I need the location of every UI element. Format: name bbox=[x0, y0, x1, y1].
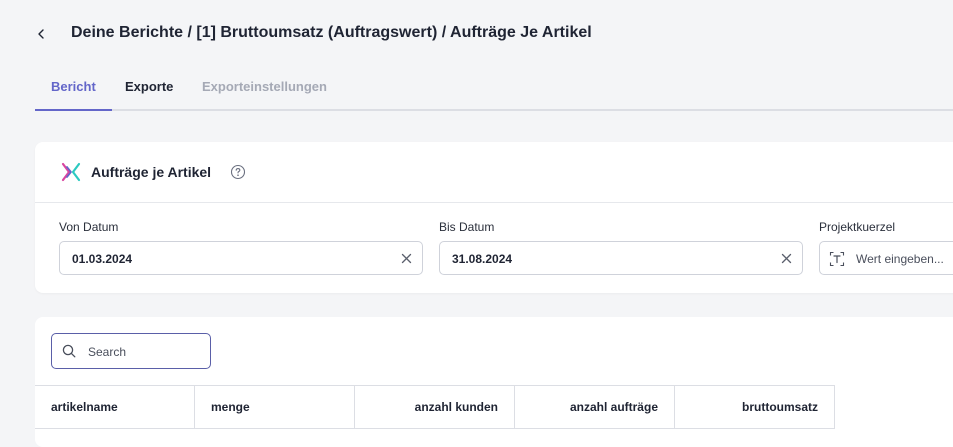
bis-datum-input[interactable]: 31.08.2024 bbox=[439, 241, 803, 275]
von-datum-input[interactable]: 01.03.2024 bbox=[59, 241, 423, 275]
search-placeholder: Search bbox=[88, 345, 127, 359]
column-header-menge[interactable]: menge bbox=[195, 386, 355, 428]
column-header-anzahl-kunden[interactable]: anzahl kunden bbox=[355, 386, 515, 428]
page-title: Deine Berichte / [1] Bruttoumsatz (Auftr… bbox=[71, 24, 592, 41]
filter-card-title: Aufträge je Artikel bbox=[91, 164, 212, 180]
tab-exporte[interactable]: Exporte bbox=[125, 78, 173, 109]
filter-card: Aufträge je Artikel Von Datum 01.03.2024… bbox=[35, 142, 953, 293]
column-header-bruttoumsatz[interactable]: bruttoumsatz bbox=[675, 386, 835, 428]
tab-bericht[interactable]: Bericht bbox=[35, 78, 112, 111]
column-header-anzahl-auftraege[interactable]: anzahl aufträge bbox=[515, 386, 675, 428]
search-icon bbox=[62, 344, 76, 358]
page-header: Deine Berichte / [1] Bruttoumsatz (Auftr… bbox=[0, 0, 953, 111]
von-datum-value: 01.03.2024 bbox=[72, 252, 133, 266]
chevron-left-icon bbox=[38, 29, 44, 39]
projektkuerzel-placeholder: Wert eingeben... bbox=[856, 252, 944, 266]
report-logo-icon bbox=[61, 162, 81, 182]
projektkuerzel-input[interactable]: Wert eingeben... bbox=[819, 241, 953, 275]
clear-icon[interactable] bbox=[401, 253, 412, 264]
clear-icon[interactable] bbox=[781, 253, 792, 264]
column-header-artikelname[interactable]: artikelname bbox=[35, 386, 195, 428]
projektkuerzel-label: Projektkuerzel bbox=[819, 220, 896, 234]
filter-card-header: Aufträge je Artikel bbox=[35, 142, 953, 203]
table-header: artikelname menge anzahl kunden anzahl a… bbox=[35, 385, 835, 429]
help-icon[interactable] bbox=[230, 164, 246, 180]
search-input[interactable]: Search bbox=[51, 333, 211, 369]
back-button[interactable] bbox=[32, 24, 50, 44]
bis-datum-value: 31.08.2024 bbox=[452, 252, 513, 266]
text-field-icon bbox=[829, 251, 845, 267]
tab-bar: Bericht Exporte Exporteinstellungen bbox=[35, 78, 953, 111]
von-datum-label: Von Datum bbox=[59, 220, 119, 234]
bis-datum-label: Bis Datum bbox=[439, 220, 495, 234]
tab-exporteinstellungen: Exporteinstellungen bbox=[202, 79, 327, 94]
